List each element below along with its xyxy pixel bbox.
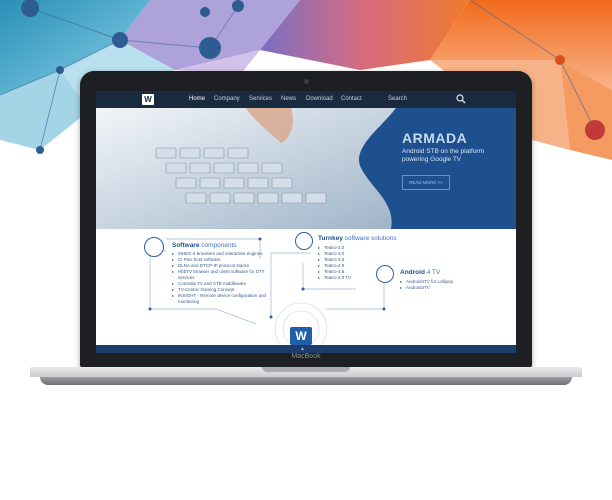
software-components-title: Software components [172,242,237,249]
laptop-lid: W Home Company Services News Download Co… [80,71,532,367]
nav-home[interactable]: Home [189,94,205,105]
nav-download[interactable]: Download [306,94,333,105]
nav-contact[interactable]: Contact [341,94,362,105]
hero-title: ARMADA [402,130,468,146]
software-components-list: MHEG-5 browsers and interactive engines … [172,251,268,305]
read-more-button[interactable]: READ MORE >> [402,175,450,190]
hero-banner: ARMADA Android STB on the platform power… [96,108,516,229]
site-logo[interactable]: W [142,94,154,105]
laptop-brand: MacBook [291,353,321,360]
list-item[interactable]: HbbTV browser and client software for OT… [172,269,268,281]
content-area: Software components MHEG-5 browsers and … [96,229,516,345]
android-title: Android 4 TV [400,269,441,276]
android-tv-icon [376,265,394,283]
laptop-base [30,367,582,387]
base-bottom [40,377,572,385]
android-list: Android4TV for Lollipop Android4TV [400,279,470,291]
search-icon[interactable] [456,94,466,104]
nav-company[interactable]: Company [214,94,240,105]
chevron-up-icon[interactable]: ▲ [300,346,305,352]
camera-dot [304,79,309,84]
turnkey-list: Teatro-2.0 Teatro-3.0 Teatro-3.5 Teatro-… [318,245,378,281]
list-item[interactable]: Teatro-4.0 TV [318,275,378,281]
site-navbar: W Home Company Services News Download Co… [96,91,516,108]
hero-keyboard-image [96,108,396,229]
footer-bar [96,345,516,353]
laptop-screen: W Home Company Services News Download Co… [96,91,516,353]
list-item[interactable]: INSIGHT - Remote device configuration an… [172,293,268,305]
nav-news[interactable]: News [281,94,296,105]
turnkey-gear-icon [295,232,313,250]
hero-subtitle: Android STB on the platform powering Goo… [402,148,485,163]
turnkey-title: Turnkey software solutions [318,235,397,242]
base-notch [262,367,350,372]
nav-services[interactable]: Services [249,94,272,105]
search-input[interactable]: Search [388,94,407,105]
brand-wrap: MacBook [80,353,532,365]
list-item[interactable]: Android4TV [400,285,470,291]
software-components-icon [144,237,164,257]
center-logo: W [290,327,312,345]
